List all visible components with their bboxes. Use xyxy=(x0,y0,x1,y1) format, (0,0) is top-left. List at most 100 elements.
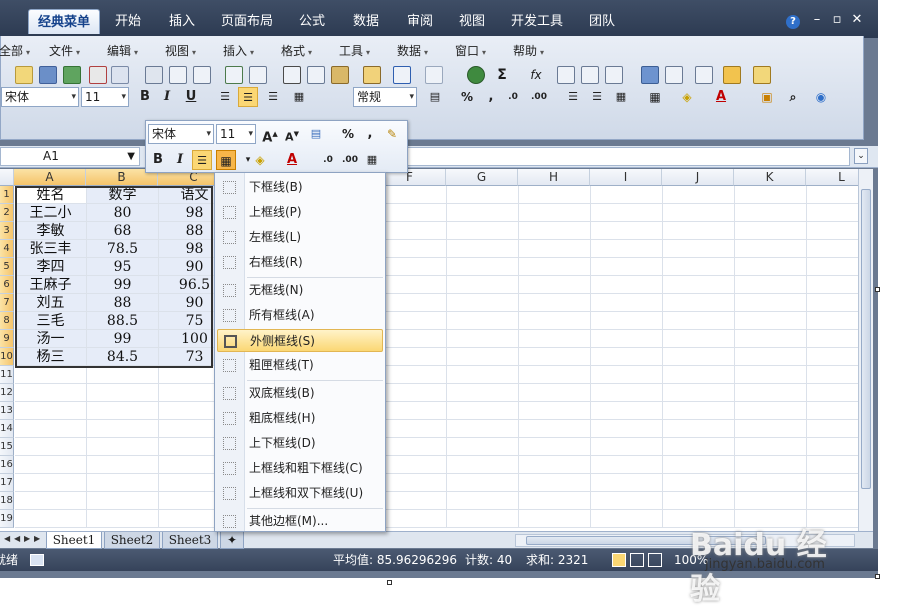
row-header[interactable]: 3 xyxy=(0,222,14,240)
mini-comma-icon[interactable]: , xyxy=(360,124,380,144)
page-break-view-icon[interactable] xyxy=(648,553,662,567)
table-cell[interactable]: 姓名 xyxy=(15,186,87,204)
table-cell[interactable] xyxy=(735,186,807,204)
border-menu-item[interactable]: 双底框线(B) xyxy=(217,382,383,405)
table-cell[interactable] xyxy=(447,276,519,294)
mini-font-size-combo[interactable]: 11 ▾ xyxy=(216,124,256,144)
table-cell[interactable] xyxy=(87,384,159,402)
table-cell[interactable] xyxy=(15,366,87,384)
menu-help[interactable]: 帮助 xyxy=(513,42,544,59)
shrink-font-icon[interactable]: A▼ xyxy=(282,124,302,144)
table-cell[interactable] xyxy=(807,222,858,240)
tab-page-layout[interactable]: 页面布局 xyxy=(216,9,278,34)
border-menu-item[interactable]: 其他边框(M)... xyxy=(217,510,383,533)
table-cell[interactable] xyxy=(591,240,663,258)
row-header[interactable]: 9 xyxy=(0,330,14,348)
row-header[interactable]: 7 xyxy=(0,294,14,312)
align-left-icon[interactable]: ☰ xyxy=(215,87,235,107)
border-menu-item[interactable]: 外侧框线(S) xyxy=(217,329,383,352)
column-header[interactable]: H xyxy=(518,169,590,186)
table-cell[interactable] xyxy=(663,420,735,438)
table-cell[interactable] xyxy=(807,438,858,456)
table-cell[interactable] xyxy=(807,240,858,258)
menu-format[interactable]: 格式 xyxy=(281,42,312,59)
table-cell[interactable] xyxy=(735,384,807,402)
table-cell[interactable] xyxy=(807,384,858,402)
redo-icon[interactable] xyxy=(425,66,443,84)
table-cell[interactable]: 99 xyxy=(87,276,159,294)
decrease-decimal-icon[interactable]: .00 xyxy=(529,87,549,107)
table-cell[interactable] xyxy=(15,438,87,456)
resize-handle[interactable] xyxy=(875,574,880,579)
sheet-tab-2[interactable]: Sheet2 xyxy=(104,532,160,549)
row-header[interactable]: 14 xyxy=(0,420,14,438)
table-cell[interactable] xyxy=(519,186,591,204)
mini-borders-icon[interactable]: ▦ xyxy=(216,150,236,170)
table-cell[interactable] xyxy=(735,456,807,474)
undo-icon[interactable] xyxy=(393,66,411,84)
paste-icon[interactable] xyxy=(331,66,349,84)
currency-icon[interactable]: ▤ xyxy=(425,87,445,107)
research-icon[interactable] xyxy=(193,66,211,84)
table-cell[interactable] xyxy=(447,456,519,474)
increase-indent-icon[interactable]: ☰ xyxy=(587,87,607,107)
new-sheet-icon[interactable]: ✦ xyxy=(220,532,244,549)
table-cell[interactable] xyxy=(807,276,858,294)
pdf-icon[interactable] xyxy=(89,66,107,84)
column-header[interactable]: A xyxy=(14,169,86,186)
table-cell[interactable] xyxy=(735,312,807,330)
row-header[interactable]: 13 xyxy=(0,402,14,420)
table-cell[interactable] xyxy=(591,204,663,222)
column-header[interactable]: L xyxy=(806,169,858,186)
column-header[interactable]: J xyxy=(662,169,734,186)
border-menu-item[interactable]: 所有框线(A) xyxy=(217,304,383,327)
row-header[interactable]: 12 xyxy=(0,384,14,402)
resize-handle[interactable] xyxy=(875,287,880,292)
close-icon[interactable]: ✕ xyxy=(848,12,866,27)
table-cell[interactable] xyxy=(591,312,663,330)
select-all-corner[interactable] xyxy=(0,169,14,186)
number-format-combo[interactable]: 常规 ▾ xyxy=(353,87,417,107)
row-header[interactable]: 2 xyxy=(0,204,14,222)
percent-icon[interactable]: % xyxy=(457,87,477,107)
table-cell[interactable] xyxy=(519,492,591,510)
worksheet-grid[interactable]: ABCDEFGHIJKL1姓名数学语文2王二小80983李敏68884张三丰78… xyxy=(0,169,858,531)
table-cell[interactable] xyxy=(447,312,519,330)
table-icon[interactable] xyxy=(695,66,713,84)
align-right-icon[interactable]: ☰ xyxy=(263,87,283,107)
table-cell[interactable] xyxy=(663,294,735,312)
menu-insert[interactable]: 插入 xyxy=(223,42,254,59)
scroll-thumb[interactable] xyxy=(861,189,871,489)
row-header[interactable]: 18 xyxy=(0,492,14,510)
table-cell[interactable] xyxy=(87,402,159,420)
row-header[interactable]: 11 xyxy=(0,366,14,384)
mini-font-color-icon[interactable]: A xyxy=(282,150,302,170)
decrease-indent-icon[interactable]: ☰ xyxy=(563,87,583,107)
excel-icon[interactable] xyxy=(63,66,81,84)
table-cell[interactable] xyxy=(447,348,519,366)
border-menu-item[interactable]: 上框线和粗下框线(C) xyxy=(217,457,383,480)
page-layout-view-icon[interactable] xyxy=(630,553,644,567)
help-icon[interactable]: ? xyxy=(786,15,800,29)
row-header[interactable]: 5 xyxy=(0,258,14,276)
open-icon[interactable] xyxy=(15,66,33,84)
row-header[interactable]: 6 xyxy=(0,276,14,294)
style-icon[interactable]: ▣ xyxy=(757,87,777,107)
zoom-icon[interactable]: ⌕ xyxy=(783,87,803,107)
table-cell[interactable] xyxy=(591,402,663,420)
table-cell[interactable] xyxy=(663,492,735,510)
table-cell[interactable] xyxy=(447,420,519,438)
table-cell[interactable] xyxy=(663,366,735,384)
permission-icon[interactable] xyxy=(111,66,129,84)
increase-decimal-icon[interactable]: .0 xyxy=(503,87,523,107)
table-cell[interactable] xyxy=(519,420,591,438)
table-cell[interactable] xyxy=(519,510,591,528)
underline-button[interactable]: U xyxy=(181,87,201,107)
wrap-icon[interactable]: ▦ xyxy=(611,87,631,107)
table-cell[interactable]: 李四 xyxy=(15,258,87,276)
table-cell[interactable] xyxy=(447,402,519,420)
table-cell[interactable] xyxy=(735,348,807,366)
expand-formula-icon[interactable]: ⌄ xyxy=(854,148,868,164)
table-cell[interactable]: 刘五 xyxy=(15,294,87,312)
copy-icon[interactable] xyxy=(307,66,325,84)
